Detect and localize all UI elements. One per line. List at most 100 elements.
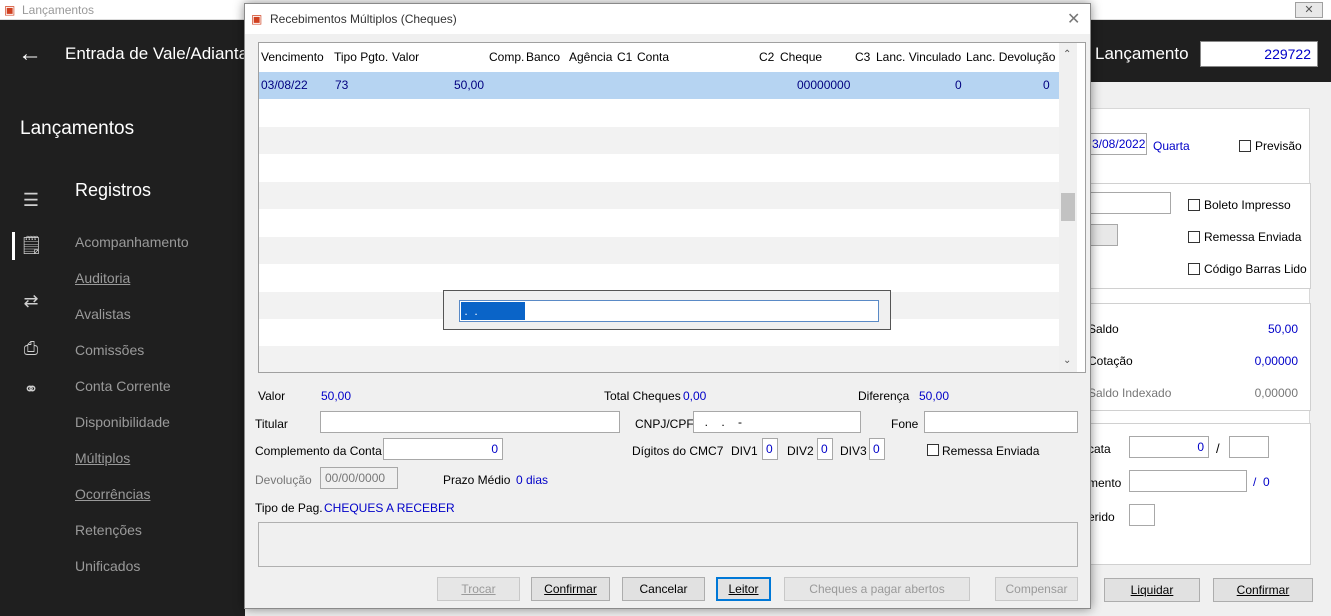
- cata-field[interactable]: 0: [1129, 436, 1209, 458]
- table-row[interactable]: [259, 237, 1059, 264]
- menu-icon[interactable]: ☰: [20, 190, 42, 211]
- cata-total-field[interactable]: [1229, 436, 1269, 458]
- sidebar-item-disponibilidade[interactable]: Disponibilidade: [75, 414, 170, 430]
- sidebar-section-title: Lançamentos: [20, 118, 135, 139]
- printer-icon[interactable]: ⎙: [20, 338, 42, 359]
- col-header[interactable]: Lanc. Devolução: [966, 43, 1055, 71]
- lancamento-label: Lançamento: [1095, 44, 1189, 63]
- table-row[interactable]: [259, 346, 1059, 372]
- scroll-up-icon[interactable]: ⌃: [1063, 49, 1071, 60]
- sidebar-item-unificados[interactable]: Unificados: [75, 558, 140, 574]
- boleto-impresso-label: Boleto Impresso: [1204, 198, 1291, 212]
- sidebar-item-auditoria[interactable]: Auditoria: [75, 270, 130, 286]
- flags-box: Boleto Impresso Remessa Enviada Código B…: [1088, 183, 1311, 289]
- col-header[interactable]: C1: [617, 43, 632, 71]
- compensar-button[interactable]: Compensar: [995, 577, 1078, 601]
- cell-valor: 50,00: [454, 78, 485, 92]
- saldo-value: 50,00: [1267, 322, 1298, 336]
- grid-scrollbar[interactable]: ⌃ ⌄: [1059, 43, 1077, 372]
- col-header[interactable]: C2: [759, 43, 774, 71]
- leitor-button[interactable]: Leitor: [716, 577, 771, 601]
- cmc7-input[interactable]: . .: [459, 300, 879, 322]
- col-header[interactable]: Comp.: [489, 43, 524, 71]
- table-row[interactable]: [259, 127, 1059, 154]
- col-header[interactable]: Tipo Pgto.: [334, 43, 388, 71]
- dialog-close-icon[interactable]: ✕: [1067, 9, 1080, 29]
- codigo-barras-checkbox[interactable]: [1188, 263, 1200, 275]
- confirmar-main-button[interactable]: Confirmar: [1213, 578, 1313, 602]
- table-row[interactable]: [259, 209, 1059, 236]
- col-header[interactable]: Banco: [526, 43, 560, 71]
- boleto-impresso-checkbox[interactable]: [1188, 199, 1200, 211]
- fone-field[interactable]: [924, 411, 1078, 433]
- cancelar-button[interactable]: Cancelar: [622, 577, 705, 601]
- sidebar-item-multiplos[interactable]: Múltiplos: [75, 450, 130, 466]
- remessa-label: Remessa Enviada: [942, 444, 1040, 458]
- scroll-thumb[interactable]: [1061, 193, 1075, 221]
- lancamento-number-field[interactable]: 229722: [1200, 41, 1318, 67]
- cotacao-value: 0,00000: [1254, 354, 1298, 368]
- table-row[interactable]: [259, 264, 1059, 291]
- cell-cheque: 00000000: [797, 78, 851, 92]
- cheques-abertos-button[interactable]: Cheques a pagar abertos: [784, 577, 970, 601]
- trocar-button[interactable]: Trocar: [437, 577, 520, 601]
- complemento-field[interactable]: 0: [383, 438, 503, 460]
- col-header[interactable]: Vencimento: [261, 43, 324, 71]
- records-icon[interactable]: 🗒: [20, 235, 43, 256]
- main-window-title: Lançamentos: [22, 3, 95, 17]
- sidebar-item-conta-corrente[interactable]: Conta Corrente: [75, 378, 171, 394]
- back-arrow-icon[interactable]: ←: [18, 40, 42, 68]
- titular-field[interactable]: [320, 411, 620, 433]
- tipo-pag-value: CHEQUES A RECEBER: [324, 501, 455, 515]
- cheques-grid[interactable]: Vencimento Tipo Pgto. Valor Comp. Banco …: [258, 42, 1086, 373]
- valor-label: Valor: [258, 389, 286, 403]
- col-header[interactable]: C3: [855, 43, 870, 71]
- cmc7-reader-box: . .: [443, 290, 891, 330]
- div2-field[interactable]: 0: [817, 438, 833, 460]
- remessa-checkbox[interactable]: [927, 444, 939, 456]
- saldo-indexado-label: Saldo Indexado: [1088, 386, 1172, 400]
- scroll-down-icon[interactable]: ⌄: [1063, 355, 1071, 366]
- tipo-pag-label: Tipo de Pag.: [255, 501, 323, 515]
- col-header[interactable]: Agência: [569, 43, 612, 71]
- table-row[interactable]: [259, 182, 1059, 209]
- col-header[interactable]: Cheque: [780, 43, 822, 71]
- div3-field[interactable]: 0: [869, 438, 885, 460]
- sidebar-item-ocorrencias[interactable]: Ocorrências: [75, 486, 150, 502]
- sidebar-item-avalistas[interactable]: Avalistas: [75, 306, 131, 322]
- table-row[interactable]: [259, 154, 1059, 181]
- col-header[interactable]: Conta: [637, 43, 669, 71]
- field-a[interactable]: [1088, 192, 1171, 214]
- cell-lanc-vinculado: 0: [955, 78, 962, 92]
- cell-lanc-devolucao: 0: [1043, 78, 1050, 92]
- table-row[interactable]: [259, 99, 1059, 126]
- confirmar-button[interactable]: Confirmar: [531, 577, 610, 601]
- erido-label: erido: [1088, 510, 1115, 524]
- cata-slash: /: [1216, 441, 1220, 456]
- remessa-enviada-checkbox[interactable]: [1188, 231, 1200, 243]
- erido-field[interactable]: [1129, 504, 1155, 526]
- weekday-text: Quarta: [1153, 139, 1190, 153]
- main-close-button[interactable]: ✕: [1295, 2, 1323, 18]
- sidebar-item-retencoes[interactable]: Retenções: [75, 522, 142, 538]
- col-header[interactable]: Lanc. Vinculado: [876, 43, 961, 71]
- network-icon[interactable]: ⚭: [20, 379, 42, 400]
- right-panel: 3/08/2022 Quarta Previsão Boleto Impress…: [1087, 108, 1311, 565]
- div1-field[interactable]: 0: [762, 438, 778, 460]
- sidebar-item-acompanhamento[interactable]: Acompanhamento: [75, 234, 189, 250]
- mento-field[interactable]: [1129, 470, 1247, 492]
- previsao-checkbox[interactable]: [1239, 140, 1251, 152]
- notes-area[interactable]: [258, 522, 1078, 567]
- sidebar-item-comissoes[interactable]: Comissões: [75, 342, 144, 358]
- parcela-box: cata 0 / mento / 0 erido: [1088, 423, 1311, 565]
- col-header[interactable]: Valor: [392, 43, 419, 71]
- diferenca-value: 50,00: [919, 389, 950, 403]
- div2-label: DIV2: [787, 444, 814, 458]
- table-row[interactable]: 03/08/22 73 50,00 00000000 0 0: [259, 72, 1059, 99]
- date-field[interactable]: 3/08/2022: [1087, 133, 1147, 155]
- transfer-icon[interactable]: ⇄: [20, 291, 42, 312]
- prazo-label: Prazo Médio: [443, 473, 511, 487]
- devolucao-field: 00/00/0000: [320, 467, 398, 489]
- liquidar-button[interactable]: Liquidar: [1104, 578, 1200, 602]
- cnpj-field[interactable]: . . -: [693, 411, 861, 433]
